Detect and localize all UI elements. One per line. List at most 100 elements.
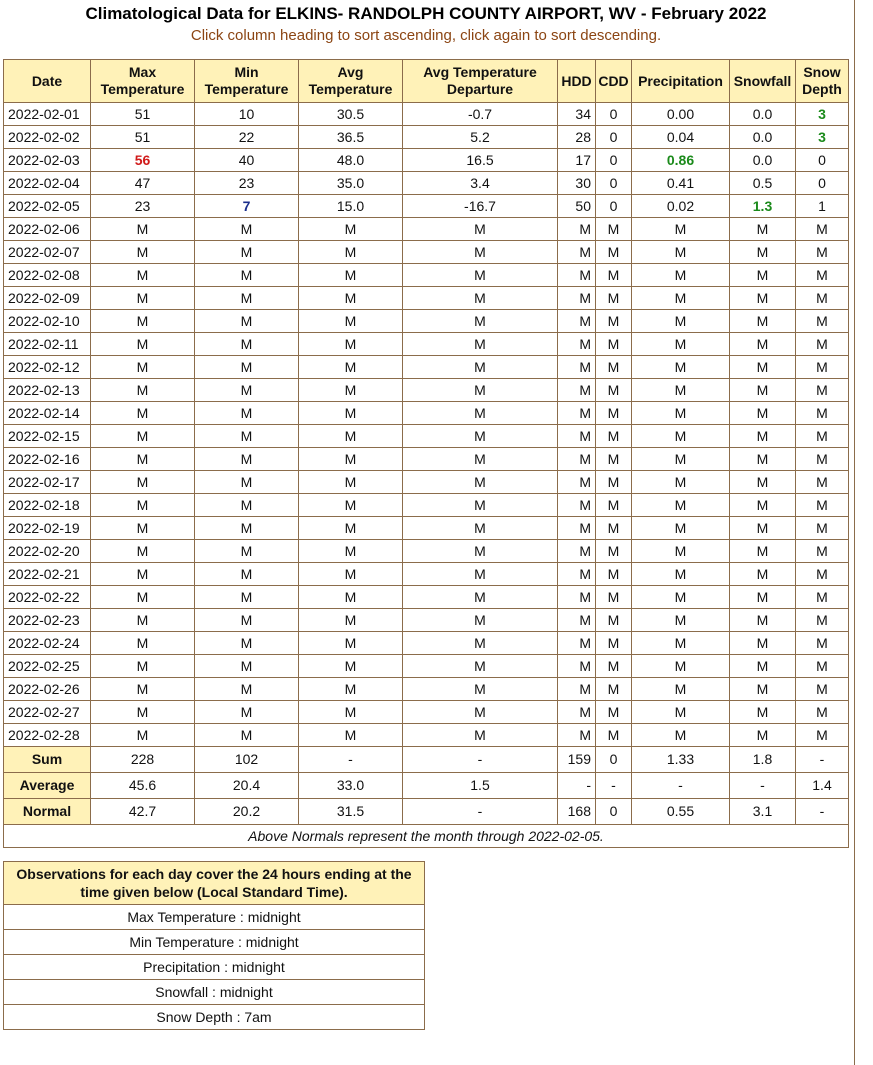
cell-snow: M bbox=[729, 631, 796, 655]
cell-avg: M bbox=[298, 286, 403, 310]
cell-avg: M bbox=[298, 723, 403, 747]
cell-dep: M bbox=[402, 723, 558, 747]
cell-depth: 0 bbox=[795, 171, 849, 195]
column-header-dep[interactable]: Avg Temperature Departure bbox=[402, 59, 558, 103]
observation-list: Max Temperature : midnight Min Temperatur… bbox=[3, 904, 425, 1030]
cell-min: M bbox=[194, 286, 299, 310]
cell-dep: M bbox=[402, 378, 558, 402]
cell-date: 2022-02-04 bbox=[3, 171, 91, 195]
cell-date: 2022-02-27 bbox=[3, 700, 91, 724]
cell-precip: 0.86 bbox=[631, 148, 730, 172]
cell-cdd: M bbox=[595, 516, 632, 540]
observation-time: Min Temperature : midnight bbox=[3, 929, 425, 955]
column-header-min[interactable]: Min Temperature bbox=[194, 59, 299, 103]
table-row: 2022-02-16 M M M M M M M M M bbox=[3, 447, 849, 471]
cell-snow: M bbox=[729, 516, 796, 540]
column-header-avg[interactable]: Avg Temperature bbox=[298, 59, 403, 103]
column-header-precip[interactable]: Precipitation bbox=[631, 59, 730, 103]
cell-dep: M bbox=[402, 309, 558, 333]
cell-depth: 3 bbox=[795, 125, 849, 149]
cell-hdd: 17 bbox=[557, 148, 596, 172]
cell-depth: M bbox=[795, 263, 849, 287]
cell-cdd: M bbox=[595, 332, 632, 356]
cell-hdd: M bbox=[557, 286, 596, 310]
cell-avg: 30.5 bbox=[298, 102, 403, 126]
cell-date: 2022-02-02 bbox=[3, 125, 91, 149]
cell-dep: M bbox=[402, 562, 558, 586]
summary-cdd: 0 bbox=[595, 746, 632, 773]
cell-precip: M bbox=[631, 631, 730, 655]
cell-avg: M bbox=[298, 608, 403, 632]
cell-min: M bbox=[194, 539, 299, 563]
cell-cdd: M bbox=[595, 401, 632, 425]
cell-cdd: M bbox=[595, 424, 632, 448]
cell-dep: M bbox=[402, 332, 558, 356]
summary-cdd: - bbox=[595, 772, 632, 799]
table-row: 2022-02-20 M M M M M M M M M bbox=[3, 539, 849, 563]
table-row: 2022-02-22 M M M M M M M M M bbox=[3, 585, 849, 609]
cell-cdd: M bbox=[595, 217, 632, 241]
table-row: 2022-02-04 47 23 35.0 3.4 30 0 0.41 0.5 0 bbox=[3, 171, 849, 195]
cell-dep: M bbox=[402, 470, 558, 494]
summary-row-sum: Sum 228 102- -159 0 1.33 1.8- bbox=[3, 746, 849, 773]
table-row: 2022-02-18 M M M M M M M M M bbox=[3, 493, 849, 517]
summary-precip: 0.55 bbox=[631, 798, 730, 825]
summary-snow: 3.1 bbox=[729, 798, 796, 825]
cell-dep: 5.2 bbox=[402, 125, 558, 149]
column-header-date[interactable]: Date bbox=[3, 59, 91, 103]
cell-snow: M bbox=[729, 723, 796, 747]
observation-heading: Observations for each day cover the 24 h… bbox=[3, 861, 425, 905]
cell-cdd: M bbox=[595, 723, 632, 747]
cell-hdd: M bbox=[557, 263, 596, 287]
summary-label: Sum bbox=[3, 746, 91, 773]
cell-snow: M bbox=[729, 240, 796, 264]
cell-depth: M bbox=[795, 355, 849, 379]
column-header-snow[interactable]: Snowfall bbox=[729, 59, 796, 103]
table-body: 2022-02-01 51 10 30.5 -0.7 34 0 0.00 0.0 3 2022-02… bbox=[3, 102, 849, 747]
cell-avg: M bbox=[298, 309, 403, 333]
cell-hdd: M bbox=[557, 700, 596, 724]
cell-snow: M bbox=[729, 263, 796, 287]
cell-precip: M bbox=[631, 654, 730, 678]
cell-date: 2022-02-06 bbox=[3, 217, 91, 241]
cell-hdd: M bbox=[557, 424, 596, 448]
cell-snow: M bbox=[729, 562, 796, 586]
cell-precip: M bbox=[631, 516, 730, 540]
cell-depth: M bbox=[795, 470, 849, 494]
cell-max: M bbox=[90, 493, 195, 517]
cell-date: 2022-02-01 bbox=[3, 102, 91, 126]
cell-precip: M bbox=[631, 539, 730, 563]
column-header-depth[interactable]: Snow Depth bbox=[795, 59, 849, 103]
table-row: 2022-02-26 M M M M M M M M M bbox=[3, 677, 849, 701]
cell-depth: M bbox=[795, 677, 849, 701]
cell-avg: M bbox=[298, 585, 403, 609]
cell-min: 10 bbox=[194, 102, 299, 126]
cell-avg: M bbox=[298, 493, 403, 517]
cell-min: M bbox=[194, 700, 299, 724]
table-row: 2022-02-14 M M M M M M M M M bbox=[3, 401, 849, 425]
cell-snow: M bbox=[729, 493, 796, 517]
cell-min: M bbox=[194, 585, 299, 609]
cell-precip: M bbox=[631, 447, 730, 471]
cell-snow: 0.0 bbox=[729, 125, 796, 149]
cell-cdd: 0 bbox=[595, 171, 632, 195]
table-row: 2022-02-01 51 10 30.5 -0.7 34 0 0.00 0.0 3 bbox=[3, 102, 849, 126]
cell-precip: 0.41 bbox=[631, 171, 730, 195]
observation-item: Max Temperature : midnight bbox=[3, 904, 425, 930]
cell-avg: M bbox=[298, 378, 403, 402]
cell-max: M bbox=[90, 470, 195, 494]
cell-avg: M bbox=[298, 631, 403, 655]
table-summary: Sum 228 102- -159 0 1.33 1.8- Average 45.6 20.4 33… bbox=[3, 746, 849, 848]
cell-hdd: M bbox=[557, 332, 596, 356]
column-header-hdd[interactable]: HDD bbox=[557, 59, 596, 103]
cell-depth: M bbox=[795, 585, 849, 609]
column-header-max[interactable]: Max Temperature bbox=[90, 59, 195, 103]
column-header-cdd[interactable]: CDD bbox=[595, 59, 632, 103]
cell-cdd: M bbox=[595, 286, 632, 310]
cell-precip: M bbox=[631, 378, 730, 402]
cell-min: M bbox=[194, 240, 299, 264]
observation-times-table: Observations for each day cover the 24 h… bbox=[3, 861, 425, 1030]
cell-precip: M bbox=[631, 401, 730, 425]
cell-min: 40 bbox=[194, 148, 299, 172]
cell-snow: 0.0 bbox=[729, 102, 796, 126]
